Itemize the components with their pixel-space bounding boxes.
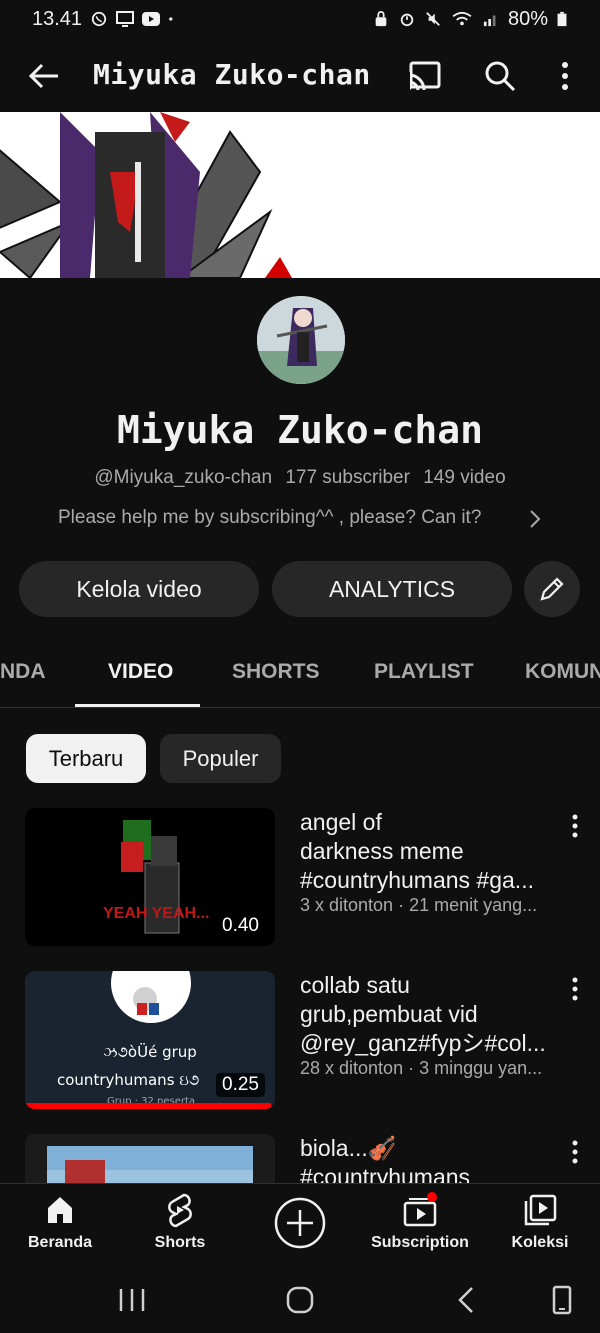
video-more-icon[interactable] bbox=[566, 812, 584, 840]
back-button-icon[interactable] bbox=[450, 1283, 484, 1317]
battery-percent: 80% bbox=[507, 7, 548, 30]
alarm-icon bbox=[400, 13, 414, 27]
pencil-icon bbox=[540, 577, 564, 601]
tab-community[interactable]: KOMUN bbox=[525, 660, 600, 684]
avatar-image bbox=[257, 296, 345, 384]
channel-tabs: NDA VIDEO SHORTS PLAYLIST KOMUN bbox=[0, 640, 600, 708]
video-meta: 3 x ditonton · 21 menit yang... bbox=[300, 895, 538, 915]
channel-avatar[interactable] bbox=[257, 296, 345, 384]
video-title[interactable]: angel of darkness meme #countryhumans #g… bbox=[300, 808, 562, 895]
nav-label: Beranda bbox=[27, 1234, 93, 1251]
video-title-line: grub,pembuat vid bbox=[300, 1001, 478, 1027]
mute-icon bbox=[426, 12, 440, 26]
tab-playlist[interactable]: PLAYLIST bbox=[374, 660, 474, 684]
filter-popular-chip[interactable]: Populer bbox=[160, 734, 281, 783]
youtube-status-icon bbox=[142, 12, 161, 26]
chevron-right-icon[interactable] bbox=[526, 508, 544, 530]
video-title[interactable]: biola...🎻 #countryhumans bbox=[300, 1134, 562, 1183]
video-title-line: angel of bbox=[300, 809, 382, 835]
video-title-line: @rey_ganz#fypシ#col... bbox=[300, 1030, 546, 1056]
video-thumbnail[interactable]: ઝ૭ὸÜé grup countryhumans ઇ૭ Grup · 32 pe… bbox=[25, 971, 275, 1109]
shorts-icon bbox=[168, 1193, 192, 1228]
thumbnail-text: YEAH YEAH... bbox=[103, 905, 209, 922]
video-item[interactable]: biola...🎻 #countryhumans bbox=[0, 1134, 600, 1183]
video-title-line: darkness meme bbox=[300, 838, 464, 864]
thumbnail-image bbox=[25, 1134, 275, 1183]
app-bar: Miyuka Zuko-chan bbox=[0, 38, 600, 112]
video-duration: 0.40 bbox=[216, 914, 265, 938]
video-item[interactable]: YEAH YEAH... 0.40 angel of darkness meme… bbox=[0, 808, 600, 948]
video-more-icon[interactable] bbox=[566, 1138, 584, 1166]
rotate-screen-icon[interactable] bbox=[545, 1283, 579, 1317]
video-title-line: collab satu bbox=[300, 972, 410, 998]
thumbnail-text: countryhumans ઇ૭ bbox=[57, 1071, 199, 1089]
tab-shorts[interactable]: SHORTS bbox=[232, 660, 320, 684]
manage-videos-button[interactable]: Kelola video bbox=[19, 561, 259, 617]
active-tab-indicator bbox=[75, 704, 200, 707]
tab-video[interactable]: VIDEO bbox=[108, 660, 173, 684]
video-duration: 0.25 bbox=[216, 1073, 265, 1097]
filter-latest-chip[interactable]: Terbaru bbox=[26, 734, 146, 783]
back-arrow-icon[interactable] bbox=[26, 58, 62, 94]
thumbnail-text: ઝ૭ὸÜé grup bbox=[103, 1042, 197, 1061]
video-title[interactable]: collab satu grub,pembuat vid @rey_ganz#f… bbox=[300, 971, 562, 1058]
watch-progress-bar bbox=[25, 1103, 271, 1109]
system-navigation-bar bbox=[0, 1267, 600, 1333]
video-title-line: biola...🎻 bbox=[300, 1135, 397, 1161]
subscriptions-icon bbox=[403, 1192, 437, 1227]
nav-shorts[interactable]: Shorts bbox=[120, 1192, 240, 1252]
whatsapp-icon bbox=[91, 11, 107, 27]
video-meta: 28 x ditonton · 3 minggu yan... bbox=[300, 1058, 543, 1078]
home-icon bbox=[48, 1197, 72, 1223]
channel-meta: @Miyuka_zuko-chan 177 subscriber 149 vid… bbox=[0, 467, 600, 489]
channel-banner bbox=[0, 112, 600, 278]
library-icon bbox=[524, 1194, 557, 1226]
create-icon[interactable] bbox=[273, 1196, 327, 1250]
channel-name: Miyuka Zuko-chan bbox=[116, 408, 484, 452]
video-thumbnail[interactable] bbox=[25, 1134, 275, 1183]
video-item[interactable]: ઝ૭ὸÜé grup countryhumans ઇ૭ Grup · 32 pe… bbox=[0, 971, 600, 1111]
video-title-line: #countryhumans #ga... bbox=[300, 867, 534, 893]
video-more-icon[interactable] bbox=[566, 975, 584, 1003]
channel-handle: @Miyuka_zuko-chan bbox=[94, 467, 273, 488]
dot-icon bbox=[169, 17, 173, 21]
subscriber-count: 177 subscriber bbox=[285, 467, 410, 488]
nav-label: Koleksi bbox=[511, 1234, 569, 1251]
screen-icon bbox=[116, 11, 135, 27]
video-count: 149 video bbox=[423, 467, 506, 488]
banner-artwork bbox=[0, 112, 600, 278]
video-title-line: #countryhumans bbox=[300, 1164, 471, 1183]
lock-icon bbox=[375, 11, 387, 27]
notification-dot bbox=[427, 1192, 437, 1202]
bottom-navigation: Beranda Shorts Subscription Koleksi bbox=[0, 1183, 600, 1267]
status-time: 13.41 bbox=[32, 7, 83, 30]
more-vert-icon[interactable] bbox=[552, 58, 578, 94]
nav-subscriptions[interactable]: Subscription bbox=[360, 1192, 480, 1252]
home-button-icon[interactable] bbox=[283, 1283, 317, 1317]
app-bar-title: Miyuka Zuko-chan bbox=[93, 58, 371, 91]
status-bar: 13.41 80% bbox=[0, 0, 600, 38]
nav-home[interactable]: Beranda bbox=[0, 1192, 120, 1252]
recent-apps-icon[interactable] bbox=[115, 1283, 149, 1317]
signal-icon bbox=[483, 15, 496, 27]
wifi-icon bbox=[452, 11, 472, 26]
analytics-button[interactable]: ANALYTICS bbox=[272, 561, 512, 617]
video-thumbnail[interactable]: YEAH YEAH... 0.40 bbox=[25, 808, 275, 946]
search-icon[interactable] bbox=[482, 58, 518, 94]
nav-label: Subscription bbox=[371, 1234, 469, 1251]
battery-icon bbox=[557, 11, 567, 27]
tab-home[interactable]: NDA bbox=[0, 660, 46, 684]
nav-label: Shorts bbox=[154, 1234, 206, 1251]
cast-icon[interactable] bbox=[406, 60, 442, 92]
nav-library[interactable]: Koleksi bbox=[480, 1192, 600, 1252]
edit-channel-button[interactable] bbox=[524, 561, 580, 617]
channel-description[interactable]: Please help me by subscribing^^ , please… bbox=[58, 507, 481, 529]
